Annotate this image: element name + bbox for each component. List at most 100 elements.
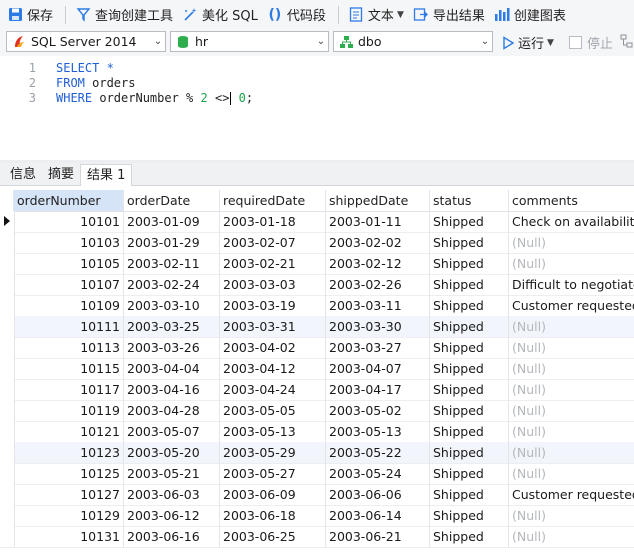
table-cell[interactable]: Customer requested s [509, 484, 634, 505]
export-result-button[interactable]: 导出结果 [410, 3, 488, 27]
row-header[interactable] [0, 526, 15, 547]
table-cell[interactable]: Shipped [430, 232, 509, 253]
table-cell[interactable]: Shipped [430, 295, 509, 316]
row-header[interactable] [0, 505, 15, 526]
table-cell[interactable]: (Null) [509, 505, 634, 526]
table-cell[interactable]: 10101 [14, 211, 124, 232]
table-cell[interactable]: 2003-02-24 [124, 274, 220, 295]
table-cell[interactable]: 2003-03-10 [124, 295, 220, 316]
row-header[interactable] [0, 379, 15, 400]
table-cell[interactable]: 2003-06-12 [124, 505, 220, 526]
code-line[interactable]: 2 FROM orders [0, 76, 634, 91]
table-cell[interactable]: 2003-02-21 [220, 253, 326, 274]
tab-result-1[interactable]: 结果 1 [80, 164, 133, 186]
row-header[interactable] [0, 295, 15, 316]
schema-select[interactable]: dbo ⌄ [333, 31, 493, 52]
table-cell[interactable]: 2003-05-29 [220, 442, 326, 463]
table-cell[interactable]: 2003-05-07 [124, 421, 220, 442]
table-row[interactable]: 10121 2003-05-07 2003-05-13 2003-05-13 Shipp… [0, 421, 634, 443]
table-cell[interactable]: 10117 [14, 379, 124, 400]
table-cell[interactable]: 2003-03-03 [220, 274, 326, 295]
table-cell[interactable]: 2003-03-11 [326, 295, 430, 316]
table-cell[interactable]: Shipped [430, 442, 509, 463]
table-cell[interactable]: 2003-04-12 [220, 358, 326, 379]
table-cell[interactable]: 2003-05-24 [326, 463, 430, 484]
explain-icon[interactable] [620, 34, 634, 54]
table-cell[interactable]: 2003-06-16 [124, 526, 220, 547]
table-cell[interactable]: 2003-04-07 [326, 358, 430, 379]
table-cell[interactable]: Shipped [430, 211, 509, 232]
table-row[interactable]: 10127 2003-06-03 2003-06-09 2003-06-06 Shipp… [0, 484, 634, 506]
row-header[interactable] [0, 358, 15, 379]
chevron-down-icon[interactable]: ▼ [547, 38, 554, 48]
table-cell[interactable]: 2003-02-12 [326, 253, 430, 274]
table-cell[interactable]: 2003-06-03 [124, 484, 220, 505]
row-header[interactable] [0, 253, 15, 274]
table-cell[interactable]: 2003-02-02 [326, 232, 430, 253]
table-cell[interactable]: Shipped [430, 358, 509, 379]
table-cell[interactable]: 2003-01-18 [220, 211, 326, 232]
row-header[interactable] [0, 232, 15, 253]
run-button[interactable]: 运行 ▼ [502, 33, 554, 52]
table-cell[interactable]: 10113 [14, 337, 124, 358]
table-cell[interactable]: 10105 [14, 253, 124, 274]
table-cell[interactable]: 2003-06-25 [220, 526, 326, 547]
stop-button[interactable]: 停止 [569, 33, 613, 52]
table-cell[interactable]: (Null) [509, 358, 634, 379]
table-cell[interactable]: 2003-04-02 [220, 337, 326, 358]
table-cell[interactable]: (Null) [509, 463, 634, 484]
sql-editor[interactable]: 1 SELECT * 2 FROM orders 3 WHERE orderNumber … [0, 56, 634, 160]
table-cell[interactable]: 2003-04-24 [220, 379, 326, 400]
server-select[interactable]: SQL Server 2014 ⌄ [6, 31, 166, 52]
table-row[interactable]: 10109 2003-03-10 2003-03-19 2003-03-11 Shipp… [0, 295, 634, 317]
table-cell[interactable]: 2003-03-19 [220, 295, 326, 316]
table-cell[interactable]: 2003-05-05 [220, 400, 326, 421]
table-cell[interactable]: 10109 [14, 295, 124, 316]
table-cell[interactable]: 2003-01-09 [124, 211, 220, 232]
table-cell[interactable]: Shipped [430, 337, 509, 358]
table-cell[interactable]: 2003-03-30 [326, 316, 430, 337]
beautify-sql-button[interactable]: 美化 SQL [179, 3, 261, 27]
table-cell[interactable]: 2003-04-17 [326, 379, 430, 400]
column-header[interactable]: comments [509, 190, 634, 211]
table-cell[interactable]: 10121 [14, 421, 124, 442]
table-cell[interactable]: Difficult to negotiate [509, 274, 634, 295]
table-cell[interactable]: 10107 [14, 274, 124, 295]
code-snippet-button[interactable]: () 代码段 [264, 3, 329, 27]
database-select[interactable]: hr ⌄ [170, 31, 329, 52]
table-row[interactable]: 10129 2003-06-12 2003-06-18 2003-06-14 Shipp… [0, 505, 634, 527]
save-button[interactable]: 保存 [4, 3, 56, 27]
table-cell[interactable]: 2003-03-25 [124, 316, 220, 337]
table-cell[interactable]: 2003-04-16 [124, 379, 220, 400]
table-cell[interactable]: (Null) [509, 232, 634, 253]
table-cell[interactable]: 2003-02-11 [124, 253, 220, 274]
table-cell[interactable]: 10103 [14, 232, 124, 253]
column-header[interactable]: requiredDate [220, 190, 326, 211]
column-header[interactable]: orderNumber [14, 190, 124, 211]
table-cell[interactable]: 10127 [14, 484, 124, 505]
table-row[interactable]: 10119 2003-04-28 2003-05-05 2003-05-02 Shipp… [0, 400, 634, 422]
table-row[interactable]: 10103 2003-01-29 2003-02-07 2003-02-02 Shipp… [0, 232, 634, 254]
table-cell[interactable]: 2003-05-13 [326, 421, 430, 442]
table-cell[interactable]: 2003-03-31 [220, 316, 326, 337]
table-cell[interactable]: 2003-06-09 [220, 484, 326, 505]
table-cell[interactable]: 2003-02-07 [220, 232, 326, 253]
table-cell[interactable]: 2003-06-18 [220, 505, 326, 526]
table-row[interactable]: 10115 2003-04-04 2003-04-12 2003-04-07 Shipp… [0, 358, 634, 380]
table-cell[interactable]: (Null) [509, 526, 634, 547]
create-chart-button[interactable]: 创建图表 [491, 3, 569, 27]
column-header[interactable]: status [430, 190, 509, 211]
table-cell[interactable]: 2003-05-27 [220, 463, 326, 484]
table-cell[interactable]: 2003-05-02 [326, 400, 430, 421]
table-cell[interactable]: (Null) [509, 400, 634, 421]
table-cell[interactable]: Shipped [430, 526, 509, 547]
table-cell[interactable]: Shipped [430, 484, 509, 505]
table-row[interactable]: 10123 2003-05-20 2003-05-29 2003-05-22 Shipp… [0, 442, 634, 464]
table-cell[interactable]: 10119 [14, 400, 124, 421]
row-header[interactable] [0, 463, 15, 484]
tab-summary[interactable]: 摘要 [42, 164, 80, 185]
table-cell[interactable]: 2003-03-26 [124, 337, 220, 358]
row-header[interactable] [0, 484, 15, 505]
table-cell[interactable]: 10125 [14, 463, 124, 484]
table-cell[interactable]: 2003-05-21 [124, 463, 220, 484]
